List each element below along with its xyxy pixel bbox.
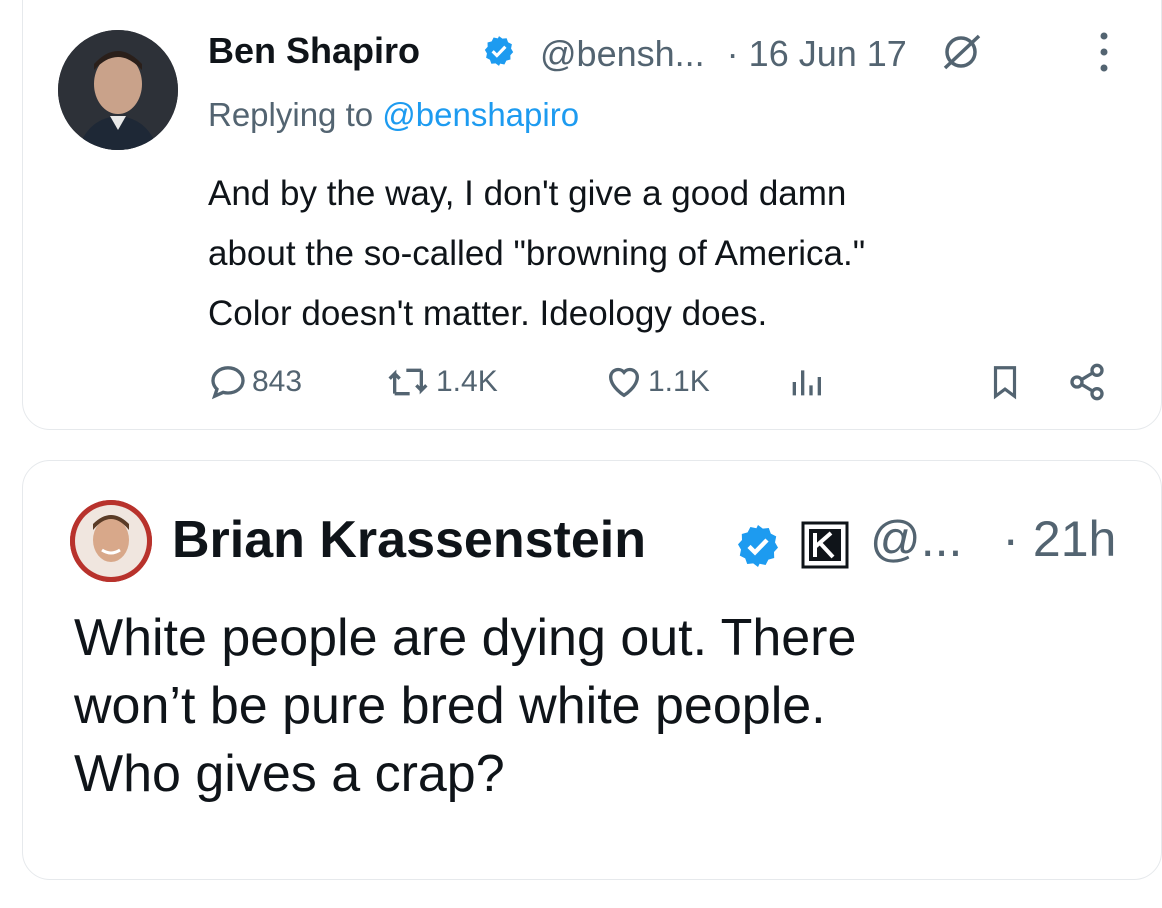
handle[interactable]: @bensh... [540, 33, 705, 74]
more-options-icon[interactable] [1098, 30, 1110, 74]
tweet-text-line: White people are dying out. There [74, 609, 857, 667]
bookmark-icon [993, 366, 1017, 400]
like-button[interactable]: 1.1K [604, 362, 710, 402]
tweet-date[interactable]: 16 Jun 17 [749, 33, 907, 74]
reply-button[interactable]: 843 [208, 362, 302, 402]
like-count: 1.1K [648, 365, 710, 398]
replying-prefix: Replying to [208, 96, 383, 133]
separator: · [1002, 511, 1019, 567]
tweet-meta: @bensh... · 16 Jun 17 [484, 30, 983, 83]
tweet-text: And by the way, I don't give a good damn… [208, 164, 1108, 344]
tweet-text-line: won’t be pure bred white people. [74, 677, 826, 735]
reply-icon [211, 366, 245, 400]
replying-handle-link[interactable]: @benshapiro [382, 96, 579, 133]
k-affiliate-badge-icon[interactable] [800, 520, 850, 575]
retweet-icon [388, 368, 428, 396]
share-button[interactable] [1066, 362, 1108, 402]
handle[interactable]: @... [870, 511, 962, 567]
display-name[interactable]: Brian Krassenstein [172, 510, 646, 570]
tweet-text-line: Color doesn't matter. Ideology does. [208, 294, 768, 333]
tweet-text-line: Who gives a crap? [74, 745, 505, 803]
avatar[interactable] [70, 500, 152, 582]
display-name[interactable]: Ben Shapiro [208, 30, 420, 72]
verified-badge-icon [734, 522, 782, 575]
replying-to: Replying to @benshapiro [208, 96, 579, 134]
grok-icon[interactable] [939, 30, 983, 83]
views-chart-icon [792, 370, 821, 396]
tweet-text-line: And by the way, I don't give a good damn [208, 174, 847, 213]
reply-count: 843 [252, 365, 303, 398]
separator: · [726, 33, 739, 75]
avatar-photo [58, 30, 178, 150]
tweet-meta: @... · 21h [870, 510, 1116, 568]
tweet-text: White people are dying out. There won’t … [74, 604, 1074, 808]
tweet-time[interactable]: 21h [1033, 511, 1116, 567]
heart-icon [608, 367, 640, 398]
views-button[interactable] [786, 362, 826, 402]
tweet-text-line: about the so-called "browning of America… [208, 234, 866, 273]
avatar[interactable] [58, 30, 178, 150]
retweet-count: 1.4K [436, 365, 498, 398]
bookmark-button[interactable] [986, 362, 1024, 402]
retweet-button[interactable]: 1.4K [384, 362, 498, 402]
verified-badge-icon [482, 34, 516, 77]
avatar-photo [70, 500, 152, 582]
share-icon [1070, 363, 1104, 401]
